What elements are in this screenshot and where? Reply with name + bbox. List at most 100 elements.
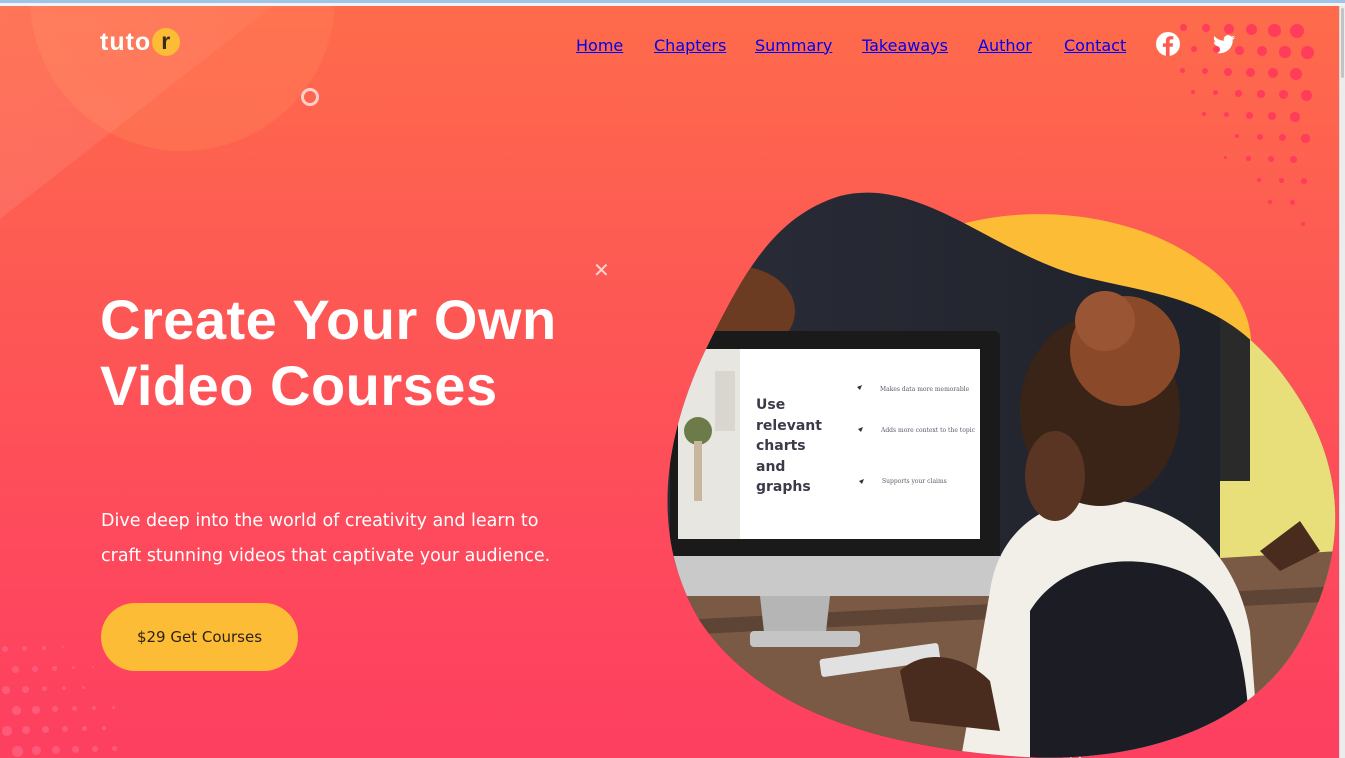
- decor-dot: [1257, 46, 1268, 57]
- decor-dot: [1246, 112, 1253, 119]
- decor-dot: [1180, 68, 1185, 73]
- nav-contact-link[interactable]: Contact: [1064, 34, 1126, 56]
- screen-bullet-text: Makes data more memorable: [880, 386, 970, 393]
- decor-dot: [1180, 24, 1187, 31]
- decor-dot: [1279, 134, 1287, 142]
- screen-heading-line: and: [756, 459, 785, 475]
- decor-dot: [1257, 90, 1265, 98]
- hero-subtitle: Dive deep into the world of creativity a…: [101, 511, 551, 566]
- decor-dot: [1301, 46, 1314, 59]
- decor-dot: [52, 706, 59, 713]
- page-scrollbar[interactable]: [1339, 6, 1345, 758]
- decor-dot: [1235, 46, 1244, 55]
- decor-dot: [62, 646, 65, 649]
- decor-dot: [112, 746, 117, 751]
- decor-dot: [1202, 24, 1211, 33]
- decor-dot: [62, 686, 67, 691]
- decor-dot: [1268, 200, 1272, 204]
- nav-chapters-link[interactable]: Chapters: [654, 34, 726, 56]
- decor-dot: [92, 706, 96, 710]
- decor-dot: [1279, 90, 1289, 100]
- decor-dot: [1268, 24, 1281, 37]
- hero-section: ✕ ✕ tutor Home Chapters Summary Takeaway…: [0, 6, 1339, 758]
- decor-dot: [2, 646, 8, 652]
- logo-badge: r: [152, 28, 181, 56]
- decor-dot: [12, 746, 23, 757]
- scrollbar-thumb[interactable]: [1341, 8, 1344, 78]
- decor-dot: [1257, 178, 1261, 182]
- decor-dot: [1202, 112, 1206, 116]
- decor-dot: [12, 706, 21, 715]
- screen-heading-line: charts: [756, 438, 806, 454]
- decor-dot: [1224, 68, 1232, 76]
- decor-dot: [32, 666, 38, 672]
- decor-dot: [1235, 134, 1240, 139]
- logo-text: tuto: [100, 27, 152, 56]
- hero-image-blob: Use relevant charts and graphs Makes dat…: [667, 192, 1336, 758]
- decor-dot: [92, 666, 95, 669]
- hero-title: Create Your Own Video Courses: [100, 288, 557, 417]
- decor-dot: [32, 706, 40, 714]
- decor-dot: [1202, 68, 1209, 75]
- decor-dot: [82, 726, 87, 731]
- decor-dot: [1290, 112, 1300, 122]
- decor-dot: [2, 726, 12, 736]
- screen-heading-line: graphs: [756, 479, 811, 495]
- decor-dot: [42, 646, 46, 650]
- decor-dot: [1224, 24, 1234, 34]
- decor-dot: [102, 726, 106, 730]
- decor-dot: [42, 726, 50, 734]
- decor-dot: [1213, 90, 1219, 96]
- screen-bullet-text: Adds more context to the topic: [880, 427, 976, 434]
- screen-heading-line: Use: [756, 397, 785, 413]
- decor-dot: [1246, 156, 1251, 161]
- decor-dot: [1257, 134, 1263, 140]
- decor-dot: [72, 666, 76, 670]
- decor-dot: [52, 666, 57, 671]
- decor-dot: [42, 686, 48, 692]
- screen-heading-line: relevant: [756, 418, 822, 434]
- decor-dot: [1279, 178, 1284, 183]
- decor-dot: [82, 686, 85, 689]
- decor-dot: [1224, 156, 1228, 160]
- get-courses-button[interactable]: $29 Get Courses: [101, 603, 298, 671]
- decor-dot: [72, 706, 78, 712]
- nav-author-link[interactable]: Author: [978, 34, 1032, 56]
- decor-dot: [22, 726, 31, 735]
- decor-dot: [1224, 112, 1230, 118]
- decor-dot: [1301, 178, 1308, 185]
- decor-dot: [1246, 68, 1255, 77]
- decor-dot: [1246, 24, 1258, 36]
- decor-dot: [12, 666, 19, 673]
- decor-dot: [62, 726, 68, 732]
- decor-dot: [1191, 46, 1197, 52]
- decor-dot: [112, 706, 115, 709]
- decor-cross-icon: ✕: [593, 258, 610, 282]
- decor-dot: [92, 746, 98, 752]
- decor-dot: [1290, 24, 1304, 38]
- decor-dot: [1235, 90, 1242, 97]
- decor-dot: [1290, 156, 1298, 164]
- nav-takeaways-link[interactable]: Takeaways: [862, 34, 948, 56]
- nav-summary-link[interactable]: Summary: [755, 34, 832, 56]
- site-logo[interactable]: tuto r: [100, 25, 181, 59]
- decor-dot: [1191, 90, 1195, 94]
- decor-dot: [72, 746, 79, 753]
- nav-home-link[interactable]: Home: [576, 34, 623, 56]
- decor-dot: [1279, 46, 1291, 58]
- decor-dot: [52, 746, 61, 755]
- decor-dot: [1268, 68, 1279, 79]
- decor-dot: [22, 646, 27, 651]
- decor-dot: [1290, 68, 1302, 80]
- decor-ring-icon: [301, 88, 319, 106]
- browser-viewport: ✕ ✕ tutor Home Chapters Summary Takeaway…: [0, 0, 1345, 758]
- facebook-icon[interactable]: [1155, 31, 1181, 57]
- decor-dot: [2, 686, 10, 694]
- decor-dot: [22, 686, 29, 693]
- decor-dot: [1268, 112, 1277, 121]
- screen-bullet-text: Supports your claims: [882, 478, 947, 485]
- twitter-icon[interactable]: [1211, 31, 1237, 57]
- decor-dot: [1301, 134, 1310, 143]
- decor-dot: [32, 746, 42, 756]
- decor-dot: [1301, 90, 1312, 101]
